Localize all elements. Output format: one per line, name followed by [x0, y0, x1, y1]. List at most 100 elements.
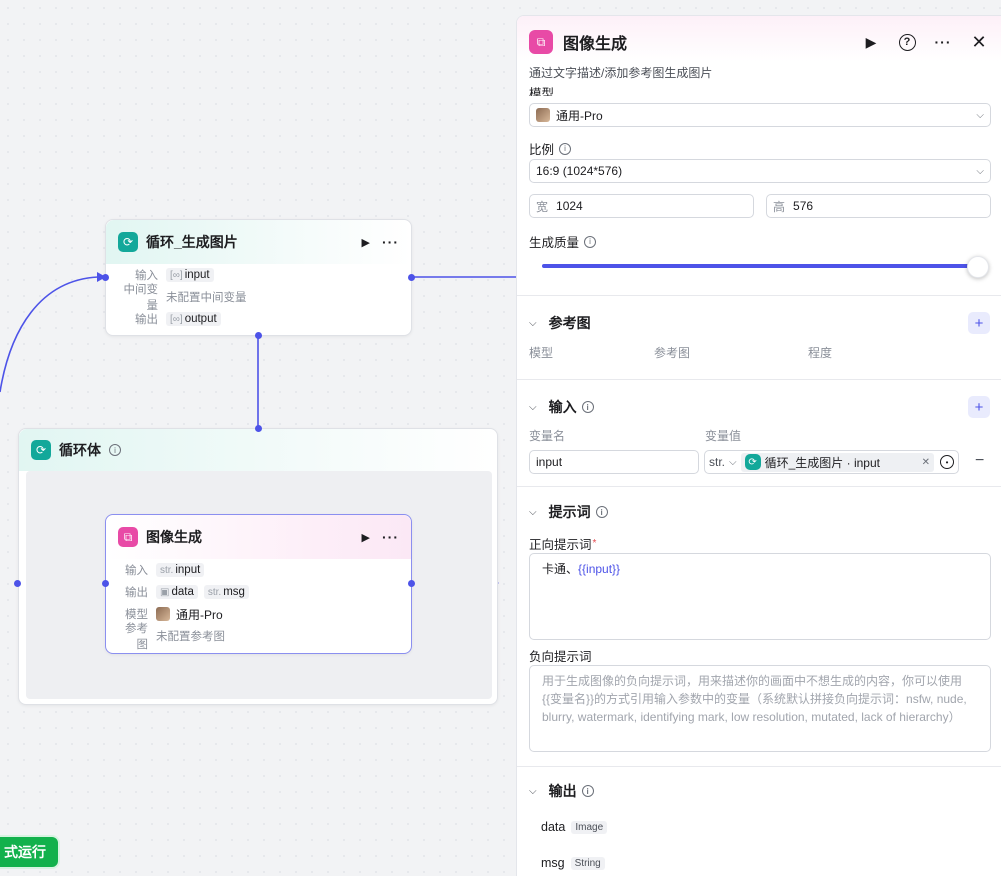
quality-slider-track[interactable] [542, 264, 978, 268]
ratio-label-row: 比例 i [529, 139, 572, 158]
loop-icon: ⟳ [744, 454, 761, 470]
model-label: 模型 [529, 87, 555, 96]
loop-node-header: ⟳ 循环_生成图片 ▶ ··· [106, 220, 411, 264]
var-name-input[interactable]: input [529, 450, 699, 474]
divider [517, 766, 1001, 767]
mid-var-value: 未配置中间变量 [166, 292, 247, 304]
loop-midvar-row: 中间变量 未配置中间变量 [116, 284, 401, 312]
image-output-row: 输出 ▣ data str. msg [116, 581, 401, 603]
image-gen-node[interactable]: ⧉ 图像生成 ▶ ··· 输入 str. input 输出 ▣ data str. m… [102, 514, 415, 654]
output-item: data Image [541, 820, 608, 834]
info-icon[interactable]: i [581, 785, 594, 797]
prompt-section-header[interactable]: ⌵ 提示词 i [529, 502, 608, 522]
info-icon[interactable]: i [109, 444, 121, 456]
image-gen-icon: ⧉ [529, 30, 553, 54]
loop-output-row: 输出 [∞] output [116, 308, 401, 330]
model-value: 通用-Pro [176, 607, 223, 622]
chevron-down-icon: ⌵ [529, 785, 537, 797]
loop-body-title: 循环体 [59, 442, 101, 458]
remove-input-icon[interactable]: − [975, 452, 984, 470]
image-node-title: 图像生成 [146, 529, 202, 545]
play-icon[interactable]: ▶ [860, 31, 882, 53]
ref-col-model: 模型 [529, 346, 554, 360]
loop-in-port[interactable] [102, 274, 109, 281]
loop-body-header: ⟳ 循环体 i [19, 429, 497, 471]
divider [517, 295, 1001, 296]
divider [517, 486, 1001, 487]
info-icon[interactable]: i [595, 506, 608, 518]
type-select[interactable]: str. [709, 455, 725, 469]
input-col-name: 变量名 [529, 429, 566, 443]
close-icon[interactable]: ✕ [968, 31, 990, 53]
play-icon[interactable]: ▶ [362, 531, 370, 544]
more-icon[interactable]: ··· [382, 529, 399, 545]
image-out-port[interactable] [408, 580, 415, 587]
chevron-down-icon: ⌵ [529, 317, 537, 329]
ratio-select[interactable]: 16:9 (1024*576) ⌵ [529, 159, 991, 183]
list-icon: [∞] [170, 269, 183, 281]
input-section-header[interactable]: ⌵ 输入 i [529, 397, 594, 417]
chevron-down-icon: ⌵ [976, 165, 984, 177]
ref-col-image: 参考图 [654, 346, 691, 360]
help-icon[interactable]: ? [896, 31, 918, 53]
image-icon: ▣ [160, 586, 170, 598]
node-settings-panel: ⧉ 图像生成 ▶ ? ··· ✕ 通过文字描述/添加参考图生成图片 模型 通用-… [516, 15, 1001, 876]
chevron-down-icon: ⌵ [729, 456, 737, 468]
output-section-header[interactable]: ⌵ 输出 i [529, 781, 594, 801]
loop-body-left-port[interactable] [14, 580, 21, 587]
output-data-chip: ▣ data [156, 585, 198, 599]
play-icon[interactable]: ▶ [362, 236, 370, 249]
panel-description: 通过文字描述/添加参考图生成图片 [529, 66, 713, 80]
panel-title: 图像生成 [563, 36, 628, 53]
prompt-variable: {{input}} [578, 562, 621, 576]
loop-icon: ⟳ [31, 440, 51, 460]
height-input[interactable]: 高 576 [766, 194, 991, 218]
var-value-field[interactable]: str. ⌵ ⟳ 循环_生成图片 · input ✕ • [704, 450, 959, 474]
list-icon: [∞] [170, 313, 183, 325]
output-chip: [∞] output [166, 312, 221, 326]
mid-var-label: 中间变量 [123, 284, 159, 312]
negative-prompt-textarea[interactable]: 用于生成图像的负向提示词，用来描述你的画面中不想生成的内容，你可以使用{{变量名… [529, 665, 991, 752]
negative-label: 负向提示词 [529, 650, 592, 664]
chevron-down-icon: ⌵ [529, 401, 537, 413]
image-gen-icon: ⧉ [118, 527, 138, 547]
model-select[interactable]: 通用-Pro ⌵ [529, 103, 991, 127]
info-icon[interactable]: i [559, 142, 572, 155]
info-icon[interactable]: i [584, 235, 597, 248]
variable-picker-icon[interactable]: • [940, 455, 954, 469]
ref-col-degree: 程度 [808, 346, 833, 360]
loop-node-title: 循环_生成图片 [146, 234, 238, 250]
positive-prompt-textarea[interactable]: 卡通、{{input}} [529, 553, 991, 640]
loop-input-row: 输入 [∞] input [116, 264, 401, 286]
model-avatar [156, 607, 170, 621]
input-col-value: 变量值 [705, 429, 742, 443]
panel-header: ⧉ 图像生成 ▶ ? ··· ✕ 通过文字描述/添加参考图生成图片 [517, 16, 1001, 92]
more-icon[interactable]: ··· [382, 234, 399, 250]
output-msg-chip: str. msg [203, 585, 249, 599]
test-run-button[interactable]: 式运行 [0, 835, 60, 869]
clear-icon[interactable]: ✕ [922, 457, 930, 468]
output-label: 输出 [135, 314, 158, 326]
loop-body-port[interactable] [255, 332, 262, 339]
reference-section-header[interactable]: ⌵ 参考图 [529, 313, 591, 333]
loop-out-port[interactable] [408, 274, 415, 281]
info-icon[interactable]: i [581, 401, 594, 413]
add-input-button[interactable]: + [968, 396, 990, 418]
quality-label-row: 生成质量 i [529, 232, 597, 251]
var-ref-chip: ⟳ 循环_生成图片 · input ✕ [740, 452, 934, 472]
ref-value: 未配置参考图 [156, 631, 225, 643]
loop-body-top-port[interactable] [255, 425, 262, 432]
image-model-row: 模型 通用-Pro [116, 603, 401, 625]
more-icon[interactable]: ··· [932, 31, 954, 53]
input-label: 输入 [125, 565, 148, 577]
loop-icon: ⟳ [118, 232, 138, 252]
output-item: msg String [541, 856, 605, 870]
ref-label: 参考图 [125, 623, 148, 651]
image-in-port[interactable] [102, 580, 109, 587]
input-chip: str. input [156, 563, 205, 577]
loop-node[interactable]: ⟳ 循环_生成图片 ▶ ··· 输入 [∞] input 中间变量 未配置中间变量… [102, 219, 415, 339]
add-reference-button[interactable]: + [968, 312, 990, 334]
image-ref-row: 参考图 未配置参考图 [116, 623, 401, 651]
quality-slider-knob[interactable] [967, 256, 989, 278]
width-input[interactable]: 宽 1024 [529, 194, 754, 218]
